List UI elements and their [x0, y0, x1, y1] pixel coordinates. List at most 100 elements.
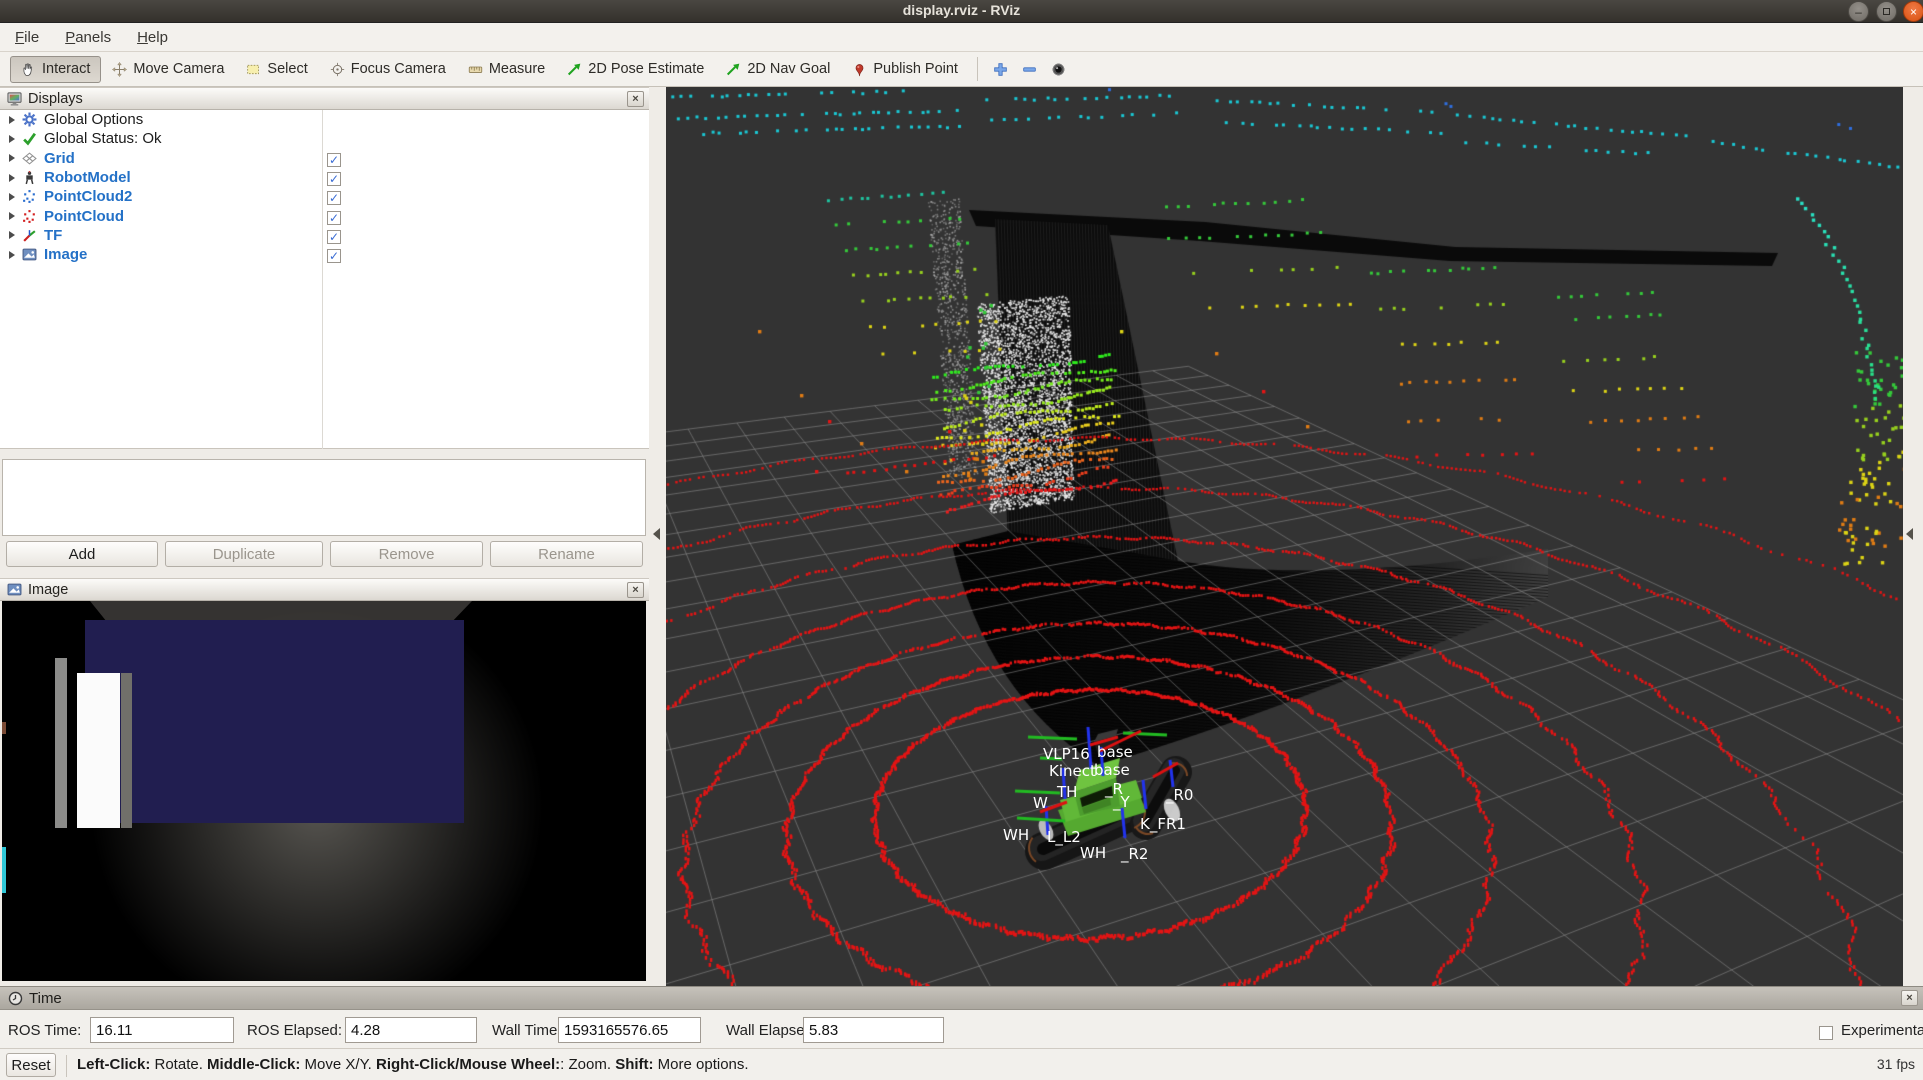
add-tool-button[interactable] — [986, 56, 1015, 83]
points-red-icon — [22, 209, 37, 224]
mouse-help-text: Left-Click: Rotate. Middle-Click: Move X… — [66, 1055, 749, 1077]
image-close-icon[interactable]: × — [627, 582, 644, 598]
tf-visibility-checkbox[interactable]: ✓ — [327, 230, 341, 244]
remove-tool-button[interactable] — [1015, 56, 1044, 83]
menu-panels[interactable]: Panels — [65, 29, 111, 46]
move-camera-tool-button[interactable]: Move Camera — [101, 56, 235, 83]
expand-arrow-icon[interactable] — [9, 135, 15, 143]
row-label: Grid — [44, 150, 75, 167]
move-camera-label: Move Camera — [133, 61, 224, 77]
fps-counter: 31 fps — [1877, 1056, 1915, 1072]
map-pin-icon — [852, 62, 867, 77]
ros-time-field[interactable] — [90, 1017, 234, 1043]
expand-arrow-icon[interactable] — [9, 154, 15, 162]
camera-image-blue-wall — [85, 620, 464, 823]
row-label: TF — [44, 227, 62, 244]
displays-panel-header[interactable]: Displays × — [0, 87, 649, 110]
tool-properties-button[interactable] — [1044, 56, 1073, 83]
camera-image-gray-post2 — [121, 673, 132, 828]
minus-icon — [1022, 62, 1037, 77]
row-tf[interactable]: TF — [0, 226, 649, 245]
row-label: PointCloud2 — [44, 188, 132, 205]
menu-file-rest: ile — [24, 29, 39, 46]
row-global-status[interactable]: Global Status: Ok — [0, 129, 649, 148]
close-button[interactable]: × — [1903, 1, 1923, 22]
select-tool-button[interactable]: Select — [235, 56, 318, 83]
camera-image-speck — [2, 847, 6, 893]
axes-icon — [22, 228, 37, 243]
row-global-options[interactable]: Global Options — [0, 110, 649, 129]
image-icon — [22, 247, 37, 262]
focus-camera-tool-button[interactable]: Focus Camera — [319, 56, 457, 83]
publish-point-tool-button[interactable]: Publish Point — [841, 56, 969, 83]
nav-goal-label: 2D Nav Goal — [747, 61, 830, 77]
duplicate-display-button[interactable]: Duplicate — [165, 541, 323, 567]
expand-arrow-icon[interactable] — [9, 212, 15, 220]
menu-file[interactable]: File — [15, 29, 39, 46]
publish-point-label: Publish Point — [873, 61, 958, 77]
time-close-icon[interactable]: × — [1901, 990, 1918, 1006]
rename-display-button[interactable]: Rename — [490, 541, 643, 567]
reset-button[interactable]: Reset — [6, 1053, 56, 1077]
image-panel-title: Image — [28, 582, 68, 598]
rviz-window: display.rviz - RViz – × File Panels Help… — [0, 0, 1923, 1080]
display-description-box — [2, 459, 646, 536]
wall-time-label: Wall Time: — [492, 1022, 561, 1039]
row-robot-model[interactable]: RobotModel — [0, 168, 649, 187]
row-label: Global Options — [44, 111, 143, 128]
pose-estimate-tool-button[interactable]: 2D Pose Estimate — [556, 56, 715, 83]
menu-help-key: H — [137, 29, 148, 46]
wall-elapsed-field[interactable] — [803, 1017, 944, 1043]
image-visibility-checkbox[interactable]: ✓ — [327, 249, 341, 263]
minimize-button[interactable]: – — [1848, 1, 1869, 22]
tree-column-divider — [322, 110, 323, 449]
green-arrow-icon — [567, 62, 582, 77]
row-pointcloud[interactable]: PointCloud — [0, 206, 649, 225]
nav-goal-tool-button[interactable]: 2D Nav Goal — [715, 56, 841, 83]
time-panel-header[interactable]: Time × — [0, 986, 1923, 1010]
row-pointcloud2[interactable]: PointCloud2 — [0, 187, 649, 206]
window-title: display.rviz - RViz — [0, 2, 1923, 18]
wall-time-field[interactable] — [558, 1017, 701, 1043]
toolbar-separator — [977, 57, 978, 81]
row-image[interactable]: Image — [0, 245, 649, 264]
menu-file-key: F — [15, 29, 24, 46]
image-icon — [7, 582, 22, 597]
menubar: File Panels Help — [0, 23, 1923, 52]
displays-tree: Global Options Global Status: Ok Grid Ro… — [0, 110, 649, 449]
3d-viewport[interactable] — [666, 87, 1903, 986]
remove-display-button[interactable]: Remove — [330, 541, 483, 567]
ros-elapsed-field[interactable] — [345, 1017, 477, 1043]
displays-close-icon[interactable]: × — [627, 91, 644, 107]
selection-box-icon — [246, 62, 261, 77]
expand-arrow-icon[interactable] — [9, 193, 15, 201]
collapse-arrow-icon[interactable] — [1906, 528, 1913, 540]
measure-tool-button[interactable]: Measure — [457, 56, 556, 83]
ros-time-label: ROS Time: — [8, 1022, 81, 1039]
expand-arrow-icon[interactable] — [9, 116, 15, 124]
maximize-button[interactable] — [1876, 1, 1897, 22]
panel-splitter-right[interactable] — [1903, 87, 1923, 986]
row-grid[interactable]: Grid — [0, 149, 649, 168]
points-blue-icon — [22, 189, 37, 204]
row-label: Image — [44, 246, 87, 263]
interact-tool-button[interactable]: Interact — [10, 56, 101, 83]
pointcloud-visibility-checkbox[interactable]: ✓ — [327, 211, 341, 225]
pointcloud2-visibility-checkbox[interactable]: ✓ — [327, 191, 341, 205]
image-panel-header[interactable]: Image × — [0, 578, 649, 601]
expand-arrow-icon[interactable] — [9, 251, 15, 259]
camera-image-gray-post — [55, 658, 67, 828]
add-display-button[interactable]: Add — [6, 541, 158, 567]
monitor-icon — [7, 91, 22, 106]
panel-splitter-left[interactable] — [649, 87, 666, 986]
menu-help[interactable]: Help — [137, 29, 168, 46]
experimental-checkbox[interactable] — [1819, 1026, 1833, 1040]
collapse-arrow-icon[interactable] — [653, 528, 660, 540]
grid-visibility-checkbox[interactable]: ✓ — [327, 153, 341, 167]
left-panel-column: Displays × Global Options Global Status:… — [0, 87, 649, 986]
titlebar[interactable]: display.rviz - RViz – × — [0, 0, 1923, 23]
robot-model-visibility-checkbox[interactable]: ✓ — [327, 172, 341, 186]
maximize-icon — [1883, 8, 1890, 15]
expand-arrow-icon[interactable] — [9, 174, 15, 182]
expand-arrow-icon[interactable] — [9, 231, 15, 239]
